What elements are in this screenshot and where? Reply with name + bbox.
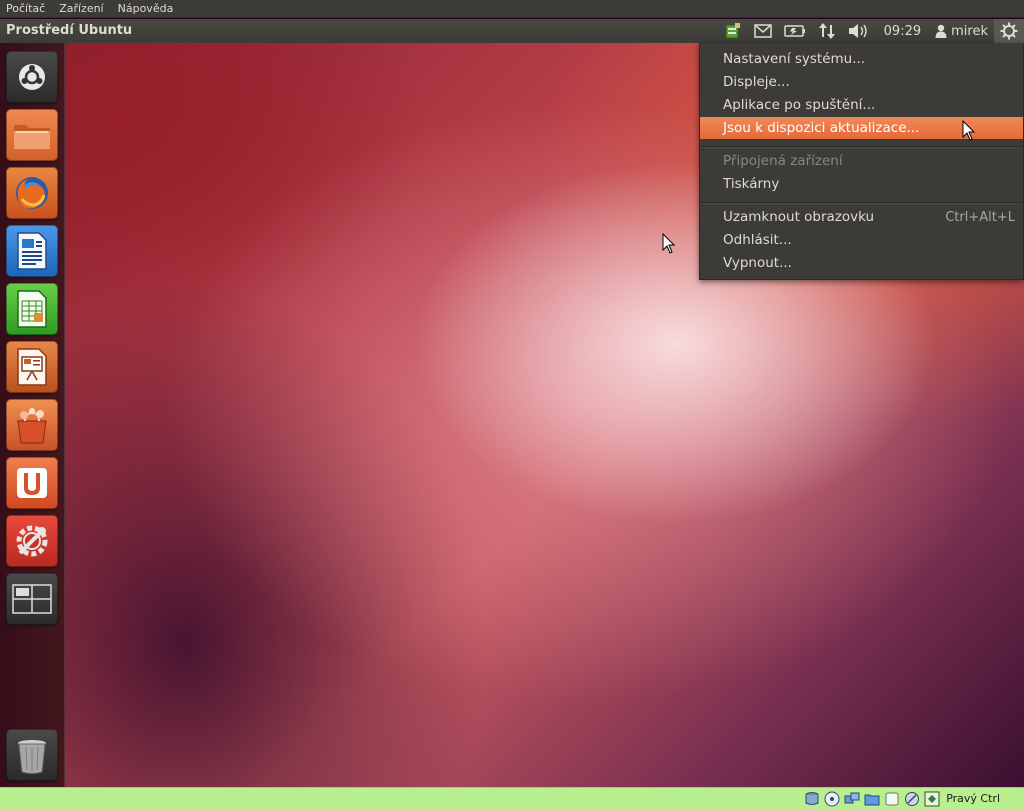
- panel-title: Prostředí Ubuntu: [6, 23, 133, 38]
- menu-item-log-out[interactable]: Odhlásit...: [700, 229, 1023, 251]
- menu-item-startup-applications[interactable]: Aplikace po spuštění...: [700, 94, 1023, 116]
- menu-item-accelerator: Ctrl+Alt+L: [945, 209, 1015, 225]
- menu-item-label: Jsou k dispozici aktualizace...: [723, 120, 920, 136]
- menu-item-printers[interactable]: Tiskárny: [700, 173, 1023, 195]
- ubuntu-one-icon: [17, 468, 47, 498]
- host-key-icon[interactable]: [924, 791, 940, 807]
- launcher-libreoffice-calc[interactable]: [6, 283, 58, 335]
- user-icon: [935, 24, 947, 38]
- menu-item-shut-down[interactable]: Vypnout...: [700, 252, 1023, 274]
- firefox-icon: [16, 177, 48, 209]
- launcher-home-folder[interactable]: [6, 109, 58, 161]
- launcher-system-settings[interactable]: [6, 515, 58, 567]
- mouse-pointer-icon: [962, 120, 976, 141]
- network-indicator[interactable]: [812, 19, 842, 43]
- mouse-integration-icon[interactable]: [904, 791, 920, 807]
- shared-folders-icon[interactable]: [864, 791, 880, 807]
- menu-item-label: Připojená zařízení: [723, 153, 843, 169]
- sound-indicator[interactable]: [842, 19, 876, 43]
- menu-item-label: Odhlásit...: [723, 232, 792, 248]
- gear-icon: [1000, 22, 1018, 40]
- launcher-libreoffice-impress[interactable]: [6, 341, 58, 393]
- battery-indicator[interactable]: [778, 19, 812, 43]
- usb-icon[interactable]: [884, 791, 900, 807]
- host-menu-devices[interactable]: Zařízení: [59, 2, 103, 15]
- menu-item-label: Uzamknout obrazovku: [723, 209, 875, 225]
- host-key-label: Pravý Ctrl: [946, 792, 1000, 805]
- launcher-libreoffice-writer[interactable]: [6, 225, 58, 277]
- launcher-ubuntu-one[interactable]: [6, 457, 58, 509]
- libreoffice-impress-icon: [17, 348, 47, 386]
- host-menu-computer[interactable]: Počítač: [6, 2, 45, 15]
- system-settings-icon: [16, 525, 48, 557]
- menu-separator: [700, 202, 1023, 204]
- launcher-firefox[interactable]: [6, 167, 58, 219]
- home-folder-icon: [14, 125, 50, 149]
- clock[interactable]: 09:29: [876, 19, 929, 43]
- launcher-dash-home[interactable]: [6, 51, 58, 103]
- dash-home-icon: [19, 64, 45, 90]
- host-menubar: Počítač Zařízení Nápověda: [0, 0, 1024, 18]
- host-statusbar: Pravý Ctrl: [0, 787, 1024, 809]
- launcher-software-center[interactable]: [6, 399, 58, 451]
- battery-icon: [783, 25, 805, 37]
- software-center-icon: [17, 408, 47, 444]
- menu-separator: [700, 146, 1023, 148]
- user-indicator[interactable]: mirek: [929, 19, 994, 43]
- envelope-icon: [753, 24, 772, 38]
- speaker-icon: [848, 24, 867, 38]
- menu-item-label: Vypnout...: [723, 255, 792, 271]
- session-indicator[interactable]: [994, 19, 1024, 43]
- menu-item-lock-screen[interactable]: Uzamknout obrazovku Ctrl+Alt+L: [700, 206, 1023, 228]
- menu-item-displays[interactable]: Displeje...: [700, 71, 1023, 93]
- launcher-workspace-switcher[interactable]: [6, 573, 58, 625]
- indicator-area: 09:29 mirek: [718, 19, 1024, 43]
- launcher-trash[interactable]: [6, 729, 58, 781]
- optical-drive-icon[interactable]: [824, 791, 840, 807]
- hard-disk-icon[interactable]: [804, 791, 820, 807]
- update-notifier-icon: [725, 23, 740, 39]
- top-panel: Prostředí Ubuntu 09:29 mirek: [0, 19, 1024, 43]
- host-menu-help[interactable]: Nápověda: [118, 2, 174, 15]
- session-menu: Nastavení systému... Displeje... Aplikac…: [699, 43, 1024, 280]
- menu-item-attached-devices: Připojená zařízení: [700, 150, 1023, 172]
- launcher: [0, 43, 65, 787]
- user-name: mirek: [951, 23, 988, 39]
- network-adapter-icon[interactable]: [844, 791, 860, 807]
- menu-item-label: Nastavení systému...: [723, 51, 866, 67]
- menu-item-system-settings[interactable]: Nastavení systému...: [700, 48, 1023, 70]
- libreoffice-calc-icon: [17, 290, 47, 328]
- workspace-switcher-icon: [12, 584, 52, 614]
- menu-item-label: Aplikace po spuštění...: [723, 97, 876, 113]
- menu-item-label: Tiskárny: [723, 176, 780, 192]
- mouse-pointer-icon: [662, 233, 676, 254]
- trash-icon: [18, 740, 46, 774]
- messaging-indicator[interactable]: [748, 19, 778, 43]
- network-arrows-icon: [818, 23, 835, 39]
- libreoffice-writer-icon: [17, 232, 47, 270]
- update-indicator[interactable]: [718, 19, 748, 43]
- menu-item-label: Displeje...: [723, 74, 790, 90]
